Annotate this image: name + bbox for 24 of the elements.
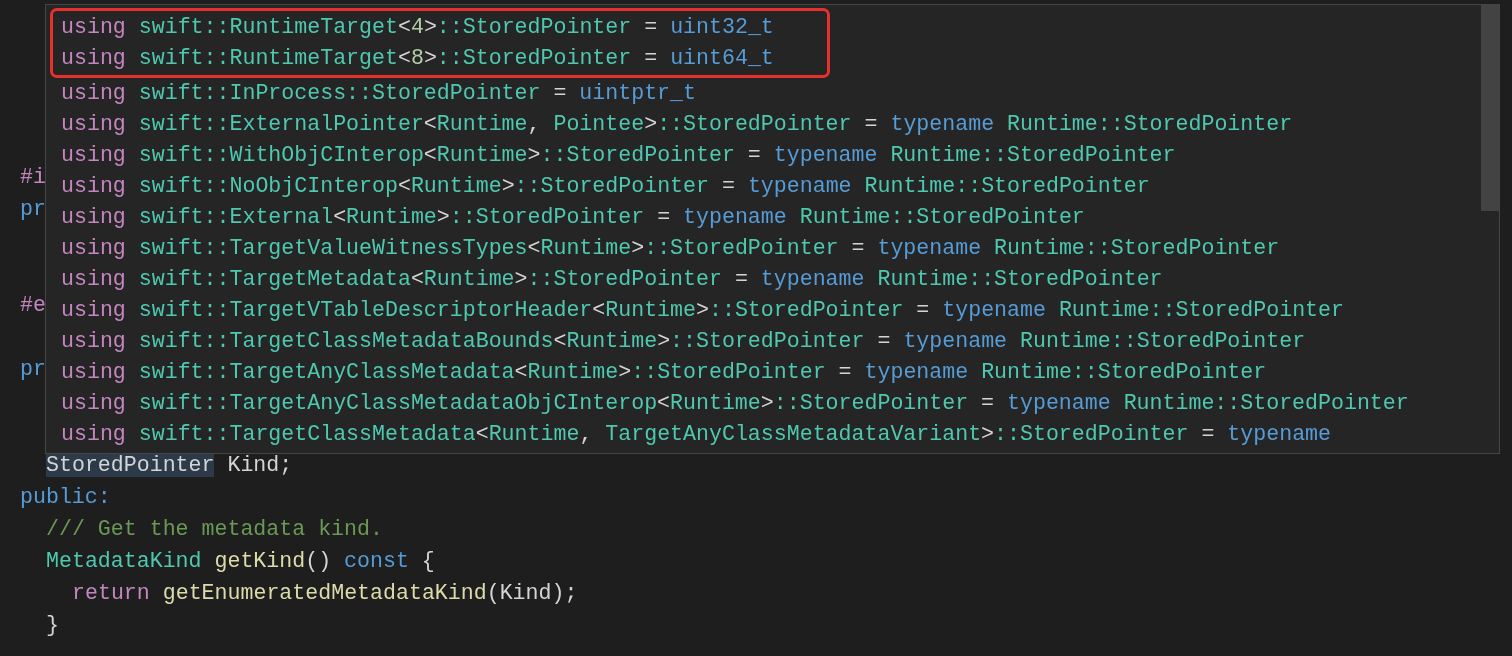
code-line[interactable]: using swift::TargetClassMetadata<Runtime, TargetAnyClassMetadataVariant>::StoredPointer = typename	[61, 419, 1331, 450]
code-line[interactable]: using swift::TargetMetadata<Runtime>::StoredPointer = typename Runtime::StoredPointer	[61, 264, 1163, 295]
code-line[interactable]: using swift::ExternalPointer<Runtime, Pointee>::StoredPointer = typename Runtime::StoredPointer	[61, 109, 1293, 140]
code-line: /// Get the metadata kind.	[46, 516, 383, 543]
code-line: return getEnumeratedMetadataKind(Kind);	[72, 580, 578, 607]
code-line: public:	[20, 484, 111, 511]
code-line[interactable]: using swift::TargetAnyClassMetadataObjCInterop<Runtime>::StoredPointer = typename Runtime::StoredPointer	[61, 388, 1409, 419]
code-line[interactable]: using swift::TargetVTableDescriptorHeader<Runtime>::StoredPointer = typename Runtime::StoredPointer	[61, 295, 1344, 326]
code-line: }	[46, 612, 59, 639]
code-line: MetadataKind getKind() const {	[46, 548, 435, 575]
code-line: #e	[20, 292, 46, 319]
code-line: pr	[20, 356, 46, 383]
code-line[interactable]: using swift::TargetAnyClassMetadata<Runtime>::StoredPointer = typename Runtime::StoredPointer	[61, 357, 1267, 388]
code-line[interactable]: using swift::TargetValueWitnessTypes<Runtime>::StoredPointer = typename Runtime::StoredPointer	[61, 233, 1280, 264]
scrollbar-thumb[interactable]	[1481, 5, 1499, 211]
code-line[interactable]: using swift::TargetClassMetadataBounds<Runtime>::StoredPointer = typename Runtime::StoredPointer	[61, 326, 1306, 357]
code-line[interactable]: using swift::External<Runtime>::StoredPointer = typename Runtime::StoredPointer	[61, 202, 1085, 233]
code-line: #i	[20, 164, 46, 191]
code-line: pr	[20, 196, 46, 223]
code-line[interactable]: using swift::RuntimeTarget<4>::StoredPointer = uint32_t	[61, 12, 774, 43]
code-line[interactable]: using swift::RuntimeTarget<8>::StoredPointer = uint64_t	[61, 43, 774, 74]
code-line[interactable]: using swift::NoObjCInterop<Runtime>::StoredPointer = typename Runtime::StoredPointer	[61, 171, 1150, 202]
code-line[interactable]: using swift::InProcess::StoredPointer = uintptr_t	[61, 78, 696, 109]
code-line[interactable]: using swift::WithObjCInterop<Runtime>::StoredPointer = typename Runtime::StoredPointer	[61, 140, 1176, 171]
